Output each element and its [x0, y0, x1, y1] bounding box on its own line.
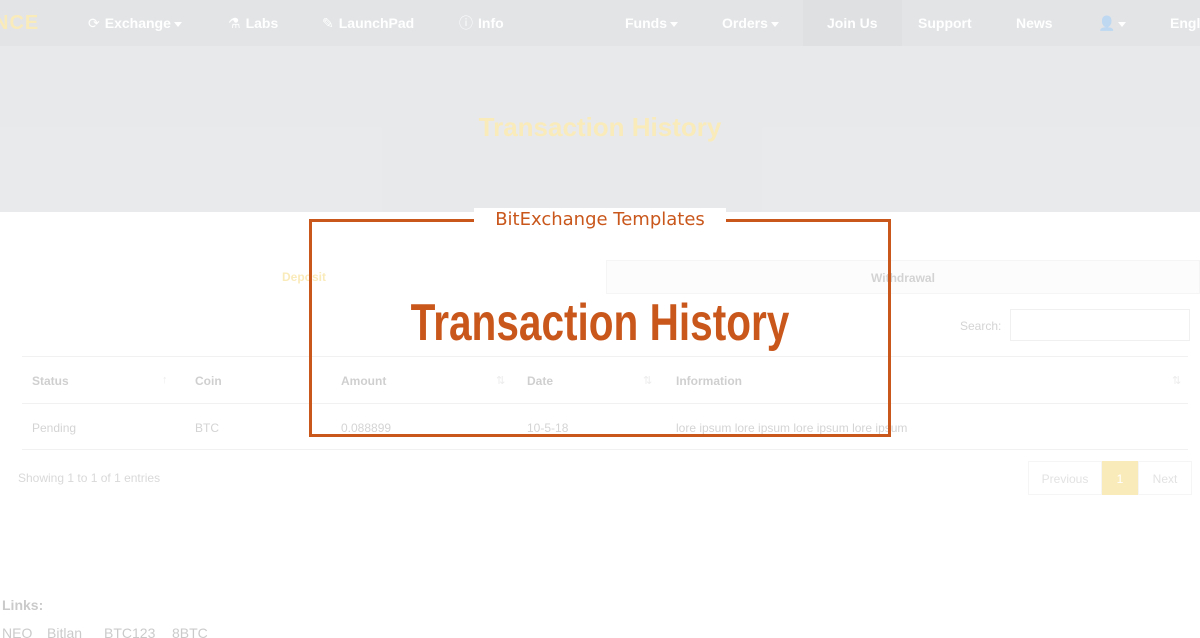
- footer-link[interactable]: Bitlan: [47, 625, 82, 638]
- nav-language[interactable]: Engl: [1170, 0, 1200, 46]
- chevron-down-icon: [173, 21, 182, 27]
- nav-labs-label: Labs: [245, 15, 279, 31]
- cell-coin: BTC: [195, 421, 219, 435]
- search-label: Search:: [960, 319, 1002, 333]
- watermark-caption: BitExchange Templates: [474, 208, 726, 232]
- hero-banner: Transaction History: [0, 46, 1200, 212]
- nav-support-label: Support: [918, 15, 972, 31]
- chevron-down-icon: [770, 21, 779, 27]
- nav-funds-label: Funds: [625, 15, 667, 31]
- flask-icon: ⚗: [228, 15, 241, 31]
- chevron-down-icon: [1118, 21, 1127, 27]
- refresh-icon: ⟳: [88, 15, 100, 31]
- search-input[interactable]: [1010, 309, 1190, 341]
- nav-language-label: Engl: [1170, 15, 1200, 31]
- nav-info[interactable]: ⓘ Info: [459, 0, 504, 46]
- page-title: Transaction History: [478, 112, 722, 142]
- nav-exchange[interactable]: ⟳ Exchange: [88, 0, 182, 46]
- watermark-title: Transaction History: [410, 294, 790, 352]
- footer-links-label: Links:: [2, 597, 44, 613]
- nav-orders[interactable]: Orders: [722, 0, 779, 46]
- brand-logo[interactable]: NCE: [0, 0, 39, 46]
- user-menu[interactable]: 👤: [1098, 0, 1127, 46]
- nav-exchange-label: Exchange: [104, 15, 171, 31]
- footer-link[interactable]: 8BTC: [172, 625, 208, 638]
- sort-icon[interactable]: ⇅: [1172, 374, 1181, 387]
- footer-link[interactable]: BTC123: [104, 625, 155, 638]
- top-navbar: NCE ⟳ Exchange ⚗ Labs ✎ LaunchPad ⓘ Info Fun…: [0, 0, 1200, 46]
- nav-info-label: Info: [478, 15, 504, 31]
- nav-support[interactable]: Support: [918, 0, 972, 46]
- user-icon: 👤: [1098, 15, 1116, 31]
- column-header-status[interactable]: Status: [32, 374, 69, 388]
- table-bottom-rule: [22, 449, 1188, 450]
- rocket-icon: ✎: [322, 15, 334, 31]
- pagination-next[interactable]: Next: [1138, 461, 1192, 495]
- nav-news[interactable]: News: [1016, 0, 1053, 46]
- pagination-previous[interactable]: Previous: [1028, 461, 1102, 495]
- footer-link[interactable]: NEO: [2, 625, 32, 638]
- nav-launchpad[interactable]: ✎ LaunchPad: [322, 0, 414, 46]
- info-icon: ⓘ: [459, 15, 473, 31]
- nav-orders-label: Orders: [722, 15, 768, 31]
- nav-labs[interactable]: ⚗ Labs: [228, 0, 278, 46]
- pagination-page-1[interactable]: 1: [1102, 461, 1138, 495]
- nav-launchpad-label: LaunchPad: [338, 15, 415, 31]
- nav-funds[interactable]: Funds: [625, 0, 678, 46]
- nav-news-label: News: [1016, 15, 1053, 31]
- cell-status: Pending: [32, 421, 77, 435]
- nav-join-us-label: Join Us: [827, 15, 878, 31]
- nav-join-us[interactable]: Join Us: [803, 0, 902, 46]
- sort-asc-icon[interactable]: ↑: [162, 374, 168, 386]
- chevron-down-icon: [670, 21, 678, 27]
- column-header-coin[interactable]: Coin: [195, 374, 222, 388]
- table-info: Showing 1 to 1 of 1 entries: [18, 471, 161, 485]
